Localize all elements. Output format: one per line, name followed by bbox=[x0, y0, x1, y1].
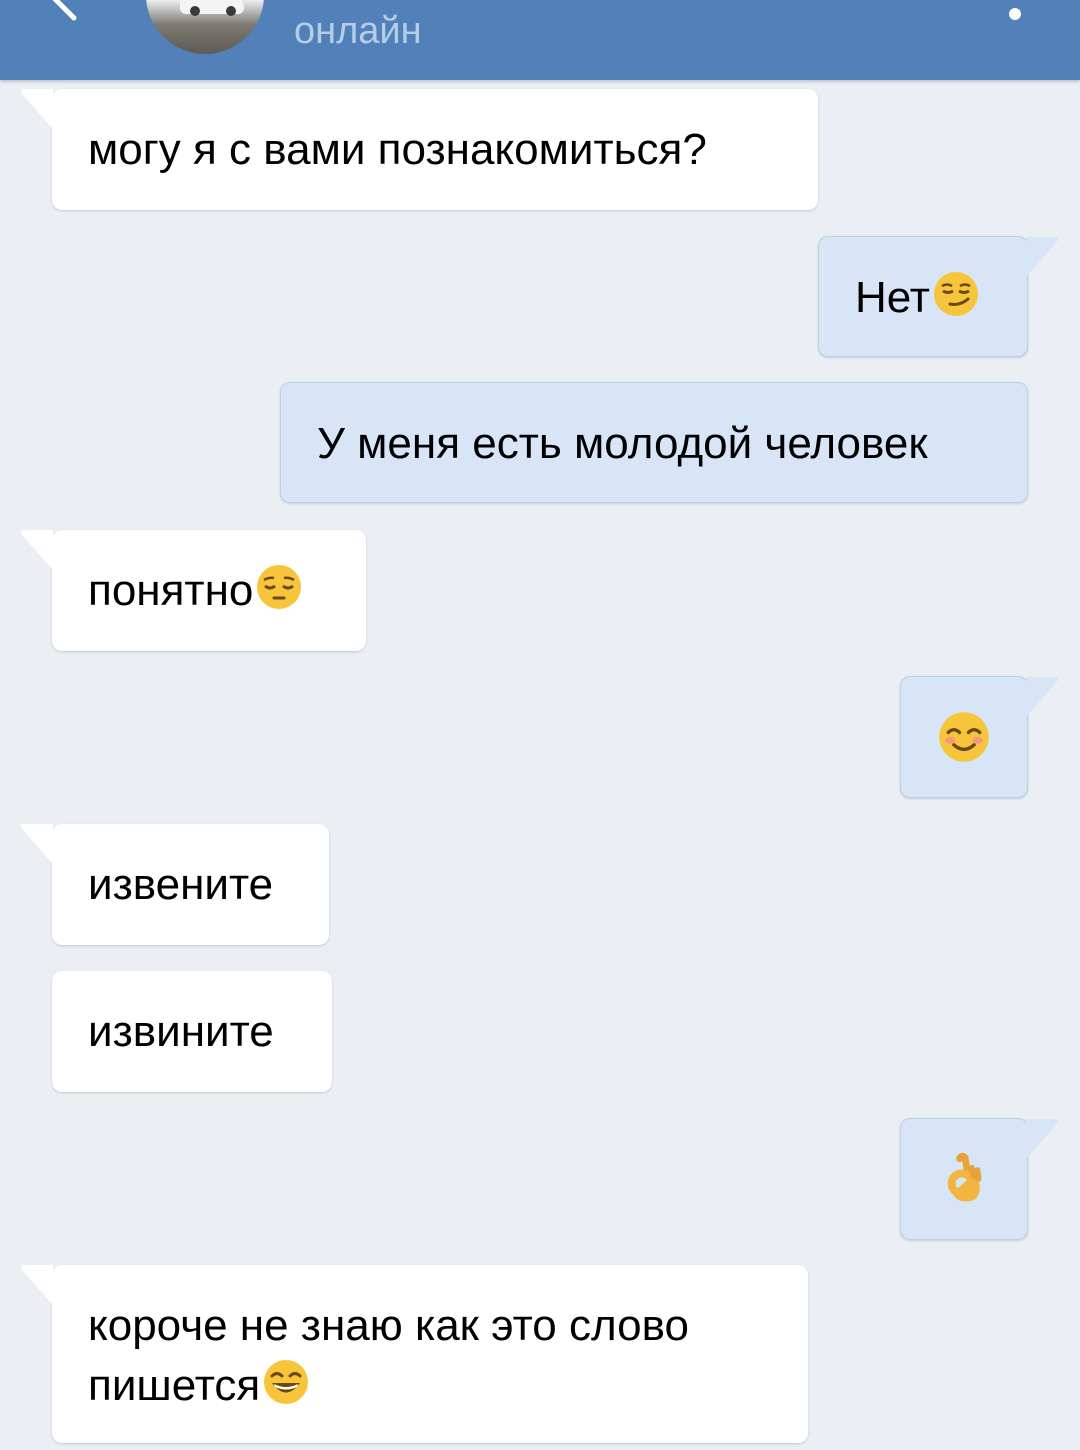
message-incoming[interactable]: могу я с вами познакомиться? bbox=[21, 89, 818, 210]
message-incoming[interactable]: извените bbox=[21, 824, 329, 945]
message-text: Нет bbox=[855, 273, 930, 322]
more-options-button[interactable] bbox=[1000, 0, 1030, 30]
bubble-tail bbox=[21, 824, 53, 864]
chat-header: онлайн bbox=[0, 0, 1080, 80]
contact-status: онлайн bbox=[294, 10, 422, 52]
back-button[interactable] bbox=[30, 0, 100, 30]
grinning-face-emoji bbox=[262, 1358, 310, 1406]
message-text: понятно bbox=[88, 566, 254, 615]
message-outgoing[interactable]: Нет bbox=[818, 236, 1058, 357]
back-arrow-icon bbox=[52, 0, 77, 21]
more-vertical-icon bbox=[1009, 8, 1021, 20]
message-text: извените bbox=[88, 860, 274, 909]
avatar[interactable] bbox=[146, 0, 264, 54]
bubble-tail bbox=[21, 89, 53, 129]
bubble-tail bbox=[21, 530, 53, 570]
bubble-tail bbox=[1026, 1119, 1058, 1159]
bubble-tail bbox=[21, 1265, 53, 1305]
message-text: короче не знаю как это слово пишется bbox=[88, 1301, 689, 1410]
message-outgoing[interactable] bbox=[900, 676, 1058, 798]
message-incoming[interactable]: извините bbox=[52, 971, 332, 1092]
message-text: извините bbox=[88, 1007, 274, 1056]
smirking-face-emoji bbox=[932, 270, 980, 318]
smiling-face-emoji bbox=[937, 710, 991, 764]
message-outgoing[interactable]: У меня есть молодой человек bbox=[280, 382, 1028, 503]
message-outgoing[interactable] bbox=[900, 1118, 1058, 1240]
bubble-tail bbox=[1026, 237, 1058, 277]
message-text: У меня есть молодой человек bbox=[317, 419, 928, 468]
pensive-face-emoji bbox=[255, 563, 303, 611]
bubble-tail bbox=[1026, 677, 1058, 717]
message-incoming[interactable]: понятно bbox=[21, 530, 366, 651]
message-text: могу я с вами познакомиться? bbox=[88, 125, 707, 174]
message-incoming[interactable]: короче не знаю как это слово пишется bbox=[21, 1265, 808, 1443]
ok-hand-emoji bbox=[937, 1152, 991, 1206]
